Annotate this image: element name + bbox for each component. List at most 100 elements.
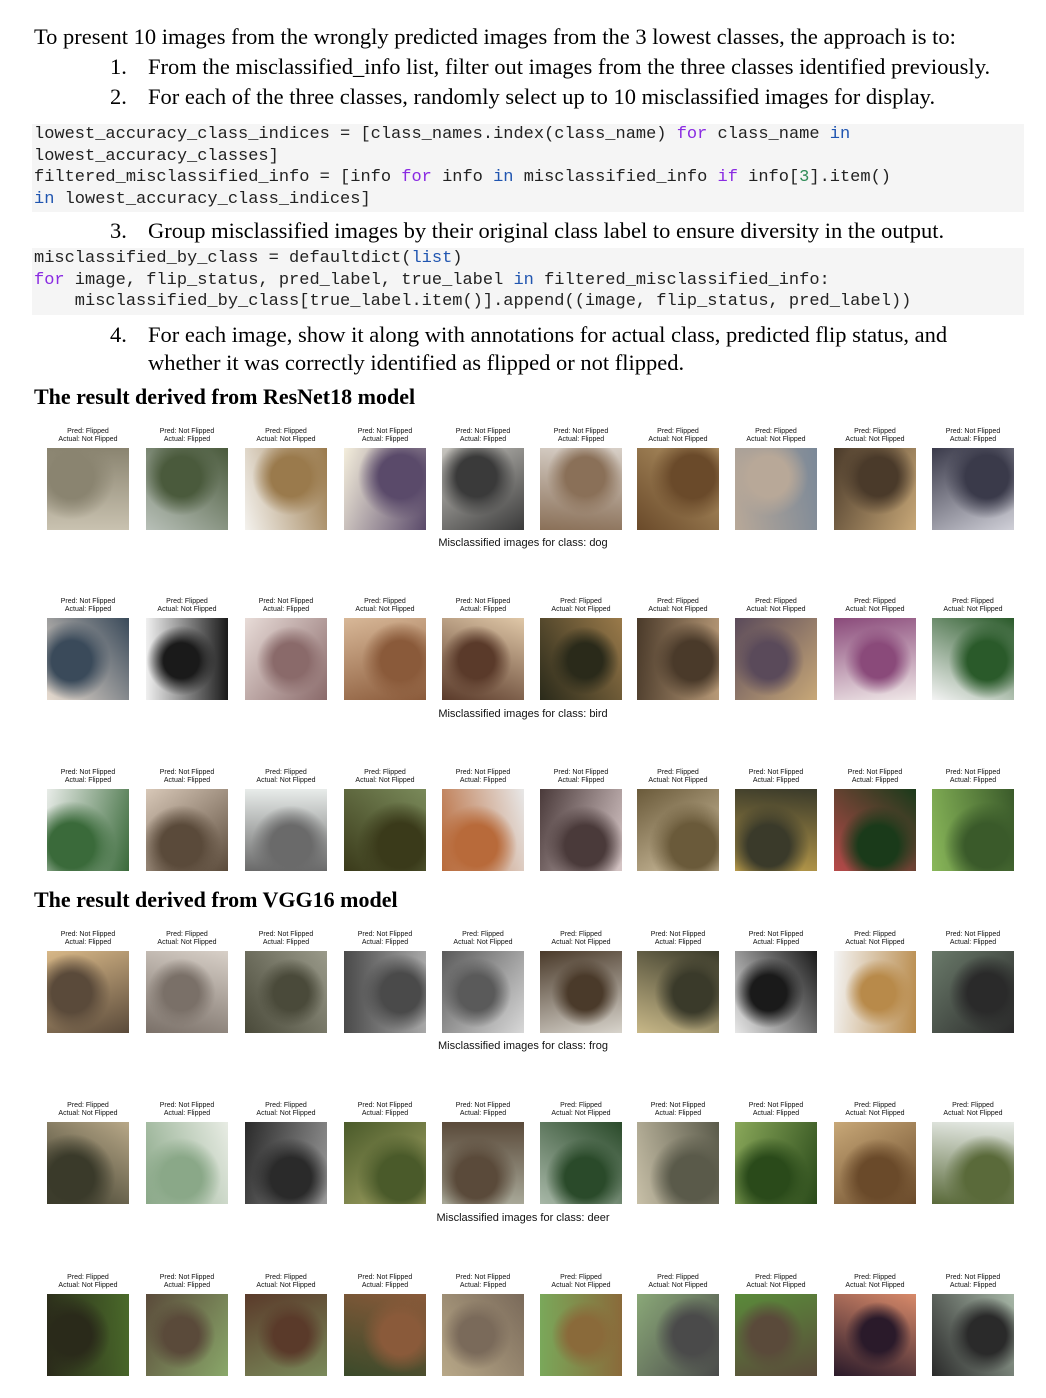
pred-caption: Pred: Not Flipped [455, 598, 511, 605]
pred-caption: Pred: Not Flipped [60, 931, 116, 938]
image-tile: Pred: Not Flipped Actual: Flipped [344, 931, 426, 1035]
thumbnail-image [637, 618, 719, 700]
pred-caption: Pred: Flipped [755, 1274, 797, 1281]
image-tile: Pred: Flipped Actual: Not Flipped [735, 428, 817, 532]
pred-caption: Pred: Flipped [854, 598, 896, 605]
pred-caption: Pred: Not Flipped [455, 1274, 511, 1281]
pred-caption: Pred: Flipped [755, 428, 797, 435]
image-tile: Pred: Not Flipped Actual: Flipped [344, 1274, 426, 1378]
thumbnail-image [735, 1122, 817, 1204]
image-tile: Pred: Flipped Actual: Not Flipped [637, 428, 719, 532]
image-tile: Pred: Not Flipped Actual: Flipped [146, 1102, 228, 1206]
actual-caption: Actual: Flipped [459, 1110, 507, 1117]
actual-caption: Actual: Flipped [949, 777, 997, 784]
pred-caption: Pred: Flipped [265, 769, 307, 776]
pred-caption: Pred: Not Flipped [357, 1274, 413, 1281]
thumbnail-image [146, 1294, 228, 1376]
thumbnail-image [442, 1294, 524, 1376]
thumbnail-image [245, 951, 327, 1033]
image-tile: Pred: Not Flipped Actual: Flipped [735, 769, 817, 873]
pred-caption: Pred: Flipped [657, 769, 699, 776]
pred-caption: Pred: Not Flipped [258, 598, 314, 605]
pred-caption: Pred: Not Flipped [258, 931, 314, 938]
code-token: 3 [799, 168, 810, 187]
thumbnail-image [47, 1294, 129, 1376]
code-token: ) [452, 249, 463, 268]
image-tile: Pred: Flipped Actual: Not Flipped [735, 1274, 817, 1378]
image-tile: Pred: Flipped Actual: Not Flipped [442, 931, 524, 1035]
image-tile: Pred: Flipped Actual: Not Flipped [540, 598, 622, 702]
thumbnail-image [834, 448, 916, 530]
pred-caption: Pred: Flipped [755, 598, 797, 605]
actual-caption: Actual: Not Flipped [943, 606, 1003, 613]
thumbnail-image [932, 448, 1014, 530]
actual-caption: Actual: Flipped [459, 436, 507, 443]
pred-caption: Pred: Flipped [657, 1274, 699, 1281]
pred-caption: Pred: Flipped [364, 598, 406, 605]
code-token: lowest_accuracy_classes] [34, 146, 279, 166]
image-tile: Pred: Not Flipped Actual: Flipped [146, 428, 228, 532]
step-text: For each image, show it along with annot… [148, 322, 948, 347]
pred-caption: Pred: Flipped [67, 1274, 109, 1281]
image-tile: Pred: Flipped Actual: Not Flipped [344, 769, 426, 873]
image-tile: Pred: Not Flipped Actual: Flipped [834, 769, 916, 873]
image-tile: Pred: Flipped Actual: Not Flipped [834, 1102, 916, 1206]
actual-caption: Actual: Not Flipped [845, 436, 905, 443]
actual-caption: Actual: Flipped [949, 1282, 997, 1289]
image-tile: Pred: Flipped Actual: Not Flipped [932, 598, 1014, 702]
actual-caption: Actual: Not Flipped [943, 1110, 1003, 1117]
thumbnail-image [834, 618, 916, 700]
image-tile: Pred: Flipped Actual: Not Flipped [245, 428, 327, 532]
image-tile: Pred: Not Flipped Actual: Flipped [344, 1102, 426, 1206]
actual-caption: Actual: Not Flipped [355, 777, 415, 784]
thumbnail-image [47, 448, 129, 530]
image-tile: Pred: Not Flipped Actual: Flipped [540, 428, 622, 532]
image-tile: Pred: Not Flipped Actual: Flipped [735, 931, 817, 1035]
thumbnail-image [47, 618, 129, 700]
thumbnail-image [735, 951, 817, 1033]
code-line: misclassified_by_class = defaultdict(lis… [34, 248, 1024, 270]
image-grid-row: Pred: Flipped Actual: Not Flipped Pred: No… [0, 1102, 1046, 1222]
actual-caption: Actual: Flipped [262, 939, 310, 946]
pred-caption: Pred: Flipped [560, 1102, 602, 1109]
pred-caption: Pred: Not Flipped [945, 769, 1001, 776]
pred-caption: Pred: Not Flipped [455, 1102, 511, 1109]
pred-caption: Pred: Flipped [854, 1274, 896, 1281]
thumbnail-image [834, 951, 916, 1033]
actual-caption: Actual: Not Flipped [157, 606, 217, 613]
image-tile: Pred: Flipped Actual: Not Flipped [47, 1274, 129, 1378]
image-tile: Pred: Flipped Actual: Not Flipped [540, 1274, 622, 1378]
image-tile: Pred: Not Flipped Actual: Flipped [540, 769, 622, 873]
actual-caption: Actual: Flipped [654, 1110, 702, 1117]
pred-caption: Pred: Not Flipped [60, 598, 116, 605]
pred-caption: Pred: Not Flipped [357, 428, 413, 435]
pred-caption: Pred: Not Flipped [553, 769, 609, 776]
pred-caption: Pred: Flipped [854, 428, 896, 435]
image-tile: Pred: Flipped Actual: Not Flipped [540, 1102, 622, 1206]
pred-caption: Pred: Not Flipped [159, 769, 215, 776]
pred-caption: Pred: Not Flipped [748, 769, 804, 776]
actual-caption: Actual: Flipped [557, 777, 605, 784]
pred-caption: Pred: Flipped [265, 428, 307, 435]
thumbnail-image [735, 618, 817, 700]
actual-caption: Actual: Not Flipped [551, 606, 611, 613]
actual-caption: Actual: Not Flipped [256, 436, 316, 443]
pred-caption: Pred: Flipped [462, 931, 504, 938]
image-grid-row: Pred: Flipped Actual: Not Flipped Pred: No… [0, 1274, 1046, 1394]
pred-caption: Pred: Flipped [67, 428, 109, 435]
actual-caption: Actual: Not Flipped [648, 1282, 708, 1289]
thumbnail-image [442, 448, 524, 530]
actual-caption: Actual: Flipped [64, 606, 112, 613]
thumbnail-image [245, 1294, 327, 1376]
actual-caption: Actual: Flipped [654, 939, 702, 946]
code-line: misclassified_by_class[true_label.item()… [34, 291, 1024, 313]
pred-caption: Pred: Not Flipped [945, 428, 1001, 435]
code-token: for [401, 168, 432, 187]
actual-caption: Actual: Flipped [459, 777, 507, 784]
thumbnail-image [245, 789, 327, 871]
actual-caption: Actual: Flipped [163, 1110, 211, 1117]
grid-title: Misclassified images for class: bird [438, 708, 608, 720]
image-tile: Pred: Flipped Actual: Not Flipped [245, 1102, 327, 1206]
thumbnail-image [834, 789, 916, 871]
actual-caption: Actual: Not Flipped [845, 606, 905, 613]
